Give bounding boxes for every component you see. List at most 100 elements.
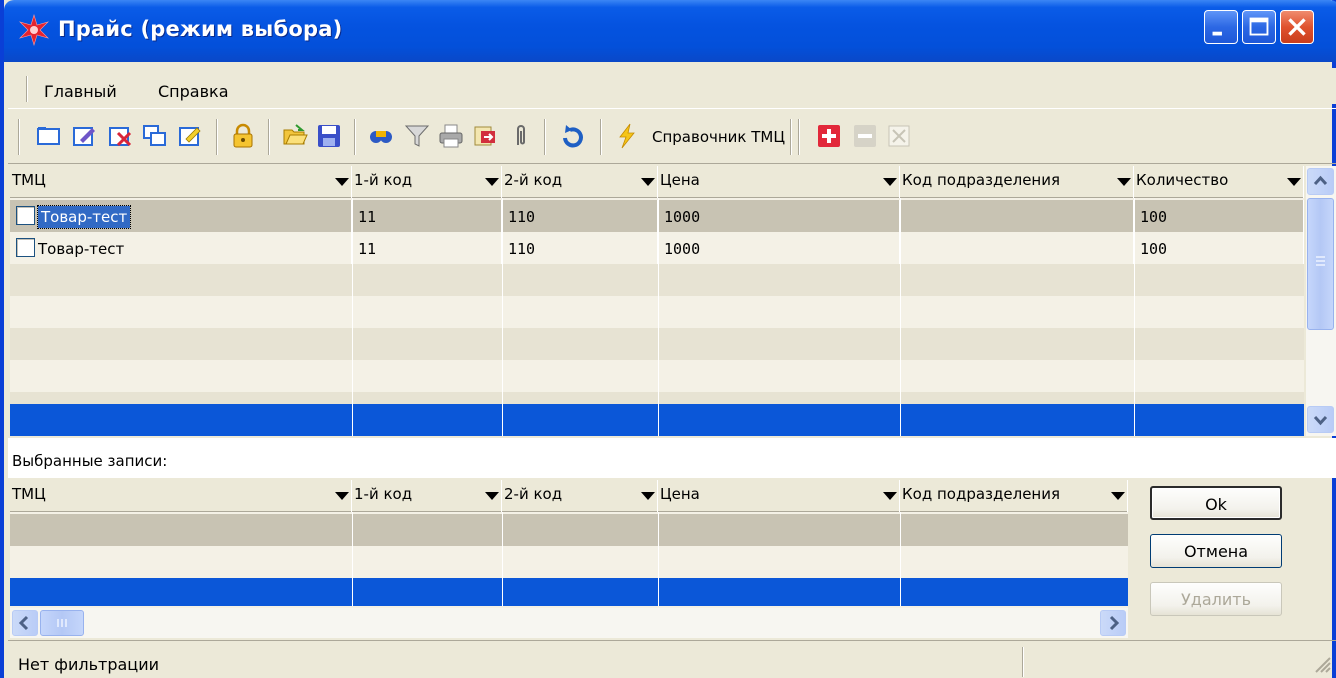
column-dropdown-icon[interactable] (1287, 178, 1301, 186)
minimize-button[interactable] (1204, 10, 1238, 44)
column-header-code1[interactable]: 1-й код (352, 480, 502, 512)
maximize-button[interactable] (1242, 10, 1276, 44)
column-header-code2[interactable]: 2-й код (502, 166, 658, 198)
column-header-item[interactable]: ТМЦ (10, 166, 352, 198)
menu-help[interactable]: Справка (158, 82, 229, 101)
column-header-department[interactable]: Код подразделения (900, 480, 1128, 512)
edit-group-icon[interactable] (178, 123, 204, 149)
add-icon[interactable] (816, 123, 842, 149)
grip-lines-icon (1316, 256, 1325, 266)
menu-grip[interactable] (26, 76, 28, 102)
copy-record-icon[interactable] (142, 123, 168, 149)
column-header-label: Количество (1136, 171, 1229, 189)
column-dropdown-icon[interactable] (335, 492, 349, 500)
cell-quantity[interactable]: 100 (1134, 200, 1304, 232)
scroll-thumb[interactable] (40, 610, 84, 636)
cell-code1[interactable]: 11 (352, 200, 502, 232)
column-dropdown-icon[interactable] (1111, 492, 1125, 500)
new-record-row[interactable] (10, 404, 1304, 436)
refresh-icon[interactable] (560, 123, 586, 149)
print-icon[interactable] (438, 123, 464, 149)
column-dropdown-icon[interactable] (1117, 178, 1131, 186)
column-header-code2[interactable]: 2-й код (502, 480, 658, 512)
table-row[interactable]: Товар-тест 11 110 1000 100 (10, 232, 1304, 264)
empty-row (10, 264, 1304, 296)
status-filter-text: Нет фильтрации (18, 655, 159, 674)
scroll-down-button[interactable] (1307, 406, 1334, 433)
resize-grip-icon[interactable] (1310, 652, 1332, 674)
toolbar-grip[interactable] (18, 119, 20, 155)
edit-record-icon[interactable] (72, 123, 98, 149)
remove-icon[interactable] (852, 123, 878, 149)
cancel-button[interactable]: Отмена (1150, 534, 1282, 568)
cell-code1[interactable]: 11 (352, 232, 502, 264)
column-header-label: Цена (660, 171, 700, 189)
chevron-right-icon (1109, 615, 1120, 631)
scroll-left-button[interactable] (12, 610, 38, 636)
delete-button[interactable]: Удалить (1150, 582, 1282, 616)
attachment-icon[interactable] (508, 123, 534, 149)
reference-catalog-button[interactable]: Справочник ТМЦ (652, 128, 785, 146)
title-bar[interactable]: Прайс (режим выбора) (4, 0, 1336, 62)
empty-row (10, 392, 1304, 404)
column-divider (658, 512, 659, 606)
cell-price[interactable]: 1000 (658, 232, 900, 264)
column-header-label: 1-й код (354, 171, 413, 189)
column-divider (658, 198, 659, 436)
table-row[interactable]: Товар-тест 11 110 1000 100 (10, 200, 1304, 232)
row-checkbox[interactable] (16, 206, 35, 225)
cell-item-text: Товар-тест (36, 205, 132, 229)
clear-icon[interactable] (886, 123, 912, 149)
column-dropdown-icon[interactable] (641, 492, 655, 500)
cell-code2[interactable]: 110 (502, 200, 658, 232)
cell-price[interactable]: 1000 (658, 200, 900, 232)
column-header-label: Цена (660, 485, 700, 503)
close-button[interactable] (1280, 10, 1314, 44)
menu-main[interactable]: Главный (44, 82, 117, 101)
column-header-quantity[interactable]: Количество (1134, 166, 1304, 198)
cell-item[interactable]: Товар-тест (10, 200, 352, 232)
column-header-label: Код подразделения (902, 485, 1061, 503)
column-header-label: 2-й код (504, 171, 563, 189)
delete-record-icon[interactable] (108, 123, 134, 149)
lock-icon[interactable] (230, 123, 256, 149)
column-dropdown-icon[interactable] (883, 178, 897, 186)
column-header-price[interactable]: Цена (658, 480, 900, 512)
filter-icon[interactable] (404, 123, 430, 149)
column-header-label: 2-й код (504, 485, 563, 503)
open-folder-icon[interactable] (282, 123, 308, 149)
horizontal-scrollbar[interactable] (10, 608, 1128, 638)
column-dropdown-icon[interactable] (485, 178, 499, 186)
new-folder-icon[interactable] (36, 123, 62, 149)
cell-item[interactable]: Товар-тест (10, 232, 352, 264)
cell-quantity[interactable]: 100 (1134, 232, 1304, 264)
row-checkbox[interactable] (16, 238, 35, 257)
column-divider (1134, 198, 1135, 436)
cell-department[interactable] (900, 232, 1134, 264)
cell-item-text: Товар-тест (38, 240, 125, 258)
selected-grid-header: ТМЦ 1-й код 2-й код Цена Код подразделен… (10, 480, 1128, 512)
toolbar-separator (216, 119, 218, 155)
cell-code2[interactable]: 110 (502, 232, 658, 264)
scroll-right-button[interactable] (1100, 610, 1126, 636)
scroll-up-button[interactable] (1307, 168, 1334, 195)
export-icon[interactable] (472, 123, 498, 149)
empty-row (10, 328, 1304, 360)
column-dropdown-icon[interactable] (485, 492, 499, 500)
column-header-item[interactable]: ТМЦ (10, 480, 352, 512)
column-dropdown-icon[interactable] (641, 178, 655, 186)
new-record-row[interactable] (10, 578, 1128, 606)
ok-button[interactable]: Ok (1150, 486, 1282, 520)
find-icon[interactable] (368, 123, 394, 149)
column-header-code1[interactable]: 1-й код (352, 166, 502, 198)
lightning-icon[interactable] (614, 123, 640, 149)
save-icon[interactable] (316, 123, 342, 149)
column-dropdown-icon[interactable] (335, 178, 349, 186)
column-dropdown-icon[interactable] (883, 492, 897, 500)
column-header-price[interactable]: Цена (658, 166, 900, 198)
column-header-department[interactable]: Код подразделения (900, 166, 1134, 198)
cell-department[interactable] (900, 200, 1134, 232)
vertical-scrollbar[interactable] (1306, 166, 1336, 436)
scroll-thumb[interactable] (1307, 198, 1334, 330)
empty-row (10, 296, 1304, 328)
